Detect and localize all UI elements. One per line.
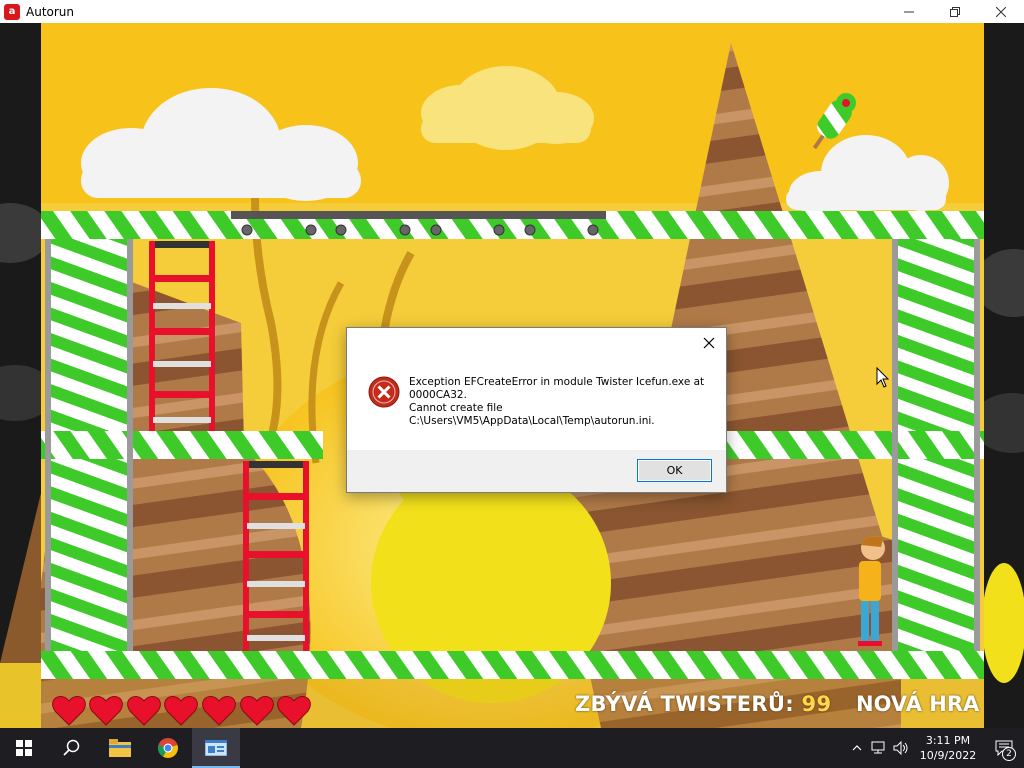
volume-icon xyxy=(893,741,908,755)
start-icon xyxy=(16,740,32,756)
autorun-app-icon: a xyxy=(4,3,20,20)
notification-count-badge: 2 xyxy=(1002,747,1016,761)
chrome-button[interactable] xyxy=(144,728,192,768)
action-center-button[interactable]: 2 xyxy=(984,728,1024,768)
autorun-taskbar-icon xyxy=(205,740,227,756)
clock-date: 10/9/2022 xyxy=(919,749,977,762)
restore-icon xyxy=(950,6,960,17)
show-hidden-icons-button[interactable] xyxy=(846,728,868,768)
volume-button[interactable] xyxy=(890,728,912,768)
app-window: a Autorun ZBÝVÁ TWISTERŮ: 99 NOVÁ HRA Ex… xyxy=(0,0,1024,728)
close-button[interactable] xyxy=(978,0,1024,23)
minimize-icon xyxy=(904,11,914,12)
dialog-footer: OK xyxy=(347,450,726,492)
file-explorer-icon xyxy=(109,739,131,757)
error-message: Exception EFCreateError in module Twiste… xyxy=(409,376,709,428)
chrome-icon xyxy=(157,738,178,758)
ok-button[interactable]: OK xyxy=(637,459,712,482)
twisters-remaining: ZBÝVÁ TWISTERŮ: 99 xyxy=(575,692,831,716)
clock[interactable]: 3:11 PM 10/9/2022 xyxy=(912,733,984,763)
file-explorer-button[interactable] xyxy=(96,728,144,768)
taskbar: 3:11 PM 10/9/2022 2 xyxy=(0,728,1024,768)
start-button[interactable] xyxy=(0,728,48,768)
left-backdrop xyxy=(0,23,41,728)
error-dialog: Exception EFCreateError in module Twiste… xyxy=(346,327,727,493)
minimize-button[interactable] xyxy=(886,0,932,23)
new-game-button[interactable]: NOVÁ HRA xyxy=(856,692,979,716)
error-icon xyxy=(368,376,400,408)
system-tray: 3:11 PM 10/9/2022 2 xyxy=(846,728,1024,768)
error-message-line3: C:\Users\VM5\AppData\Local\Temp\autorun.… xyxy=(409,415,655,427)
autorun-taskbar-button[interactable] xyxy=(192,728,240,768)
search-icon xyxy=(63,739,80,756)
search-button[interactable] xyxy=(48,728,96,768)
clock-time: 3:11 PM xyxy=(925,734,971,747)
chevron-up-icon xyxy=(852,745,862,751)
title-bar[interactable]: a Autorun xyxy=(0,0,1024,23)
error-message-line2: Cannot create file xyxy=(409,402,503,414)
close-icon xyxy=(996,6,1006,17)
close-icon xyxy=(703,337,715,349)
mouse-cursor-icon xyxy=(876,367,890,388)
network-button[interactable] xyxy=(868,728,890,768)
twisters-remaining-label: ZBÝVÁ TWISTERŮ: xyxy=(575,692,794,716)
twisters-remaining-count: 99 xyxy=(801,692,832,716)
error-message-line1: Exception EFCreateError in module Twiste… xyxy=(409,376,705,401)
dialog-close-button[interactable] xyxy=(698,332,720,354)
right-backdrop xyxy=(984,23,1024,728)
restore-button[interactable] xyxy=(932,0,978,23)
window-title: Autorun xyxy=(26,4,75,19)
network-icon xyxy=(871,741,885,754)
